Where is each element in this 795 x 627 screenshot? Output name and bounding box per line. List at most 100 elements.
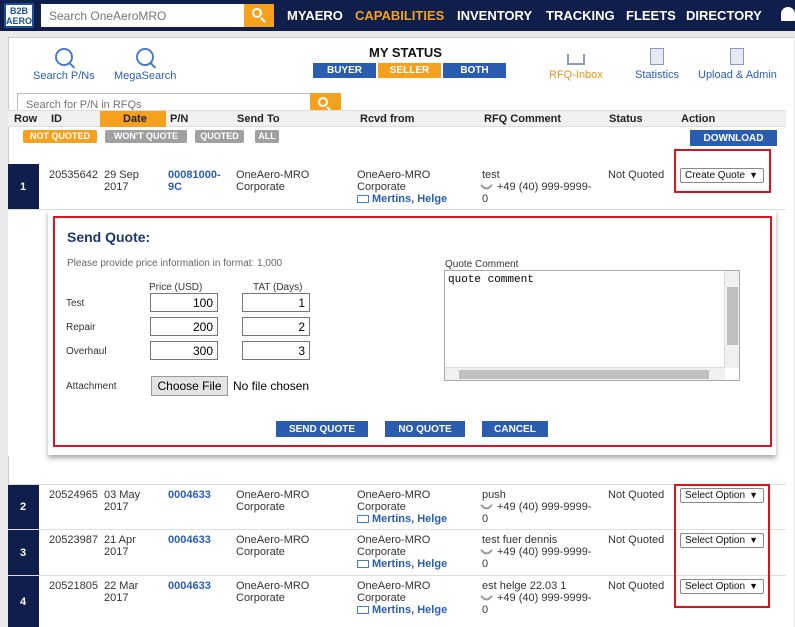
nav-fleets[interactable]: FLEETS	[626, 8, 676, 23]
col-action[interactable]: Action	[681, 113, 715, 125]
nav-tracking[interactable]: TRACKING	[546, 8, 615, 23]
phone-icon	[480, 179, 493, 192]
rfq-date: 21 Apr 2017	[104, 534, 136, 558]
table-row[interactable]: 4 20521805 22 Mar 2017 0004633 OneAero-MR…	[8, 576, 786, 627]
col-rfq-comment[interactable]: RFQ Comment	[484, 113, 561, 125]
rfq-id: 20523987	[49, 534, 98, 546]
rfq-id: 20535642	[49, 169, 98, 181]
statistics-sheet-icon	[650, 48, 664, 65]
top-navigation-bar: B2B AERO MYAERO CAPABILITIES INVENTORY T…	[0, 0, 795, 31]
global-search-button[interactable]	[244, 4, 274, 27]
col-row[interactable]: Row	[14, 113, 37, 125]
contact-link[interactable]: Mertins, Helge	[357, 604, 447, 616]
phone-icon	[480, 499, 493, 512]
table-row[interactable]: 1 20535642 29 Sep 2017 00081000- 9C OneAer…	[8, 164, 786, 210]
rfq-comment: test fuer dennis +49 (40) 999-9999- 0	[480, 534, 592, 570]
globe-search-icon	[136, 48, 155, 66]
send-to: OneAero-MRO Corporate	[236, 580, 310, 604]
col-id[interactable]: ID	[51, 113, 62, 125]
rfq-date: 03 May 2017	[104, 489, 141, 513]
rfq-date: 29 Sep 2017	[104, 169, 139, 193]
rcvd-from: OneAero-MRO Corporate Mertins, Helge	[357, 534, 448, 570]
my-status-title: MY STATUS	[369, 45, 442, 60]
rfq-id: 20521805	[49, 580, 98, 592]
rfq-comment: test +49 (40) 999-9999- 0	[480, 169, 592, 205]
nav-inventory[interactable]: INVENTORY	[457, 8, 532, 23]
contact-link[interactable]: Mertins, Helge	[357, 513, 447, 525]
search-pns-label: Search P/Ns	[33, 70, 95, 82]
envelope-icon	[357, 606, 369, 614]
row-number: 4	[8, 576, 39, 627]
status-seller-button[interactable]: SELLER	[378, 63, 441, 78]
rfq-status: Not Quoted	[608, 580, 665, 592]
globe-search-icon	[54, 48, 73, 66]
row-number: 1	[8, 164, 39, 209]
rfq-id: 20524965	[49, 489, 98, 501]
rfq-comment: push +49 (40) 999-9999- 0	[480, 489, 592, 525]
megasearch-tool[interactable]: MegaSearch	[114, 48, 176, 82]
table-row[interactable]: 2 20524965 03 May 2017 0004633 OneAero-MR…	[8, 484, 786, 530]
send-to: OneAero-MRO Corporate	[236, 489, 310, 513]
search-pns-tool[interactable]: Search P/Ns	[33, 48, 95, 82]
nav-directory[interactable]: DIRECTORY	[686, 8, 762, 23]
b2baero-logo[interactable]: B2B AERO	[4, 3, 34, 28]
envelope-icon	[357, 195, 369, 203]
envelope-icon	[357, 515, 369, 523]
rfq-status: Not Quoted	[608, 534, 665, 546]
statistics-label: Statistics	[635, 69, 680, 81]
rfq-status: Not Quoted	[608, 489, 665, 501]
status-both-button[interactable]: BOTH	[443, 63, 506, 78]
row-number: 3	[8, 530, 39, 575]
table-row[interactable]: 3 20523987 21 Apr 2017 0004633 OneAero-MR…	[8, 530, 786, 576]
megasearch-label: MegaSearch	[114, 70, 177, 82]
contact-link[interactable]: Mertins, Helge	[357, 558, 447, 570]
envelope-icon	[357, 560, 369, 568]
global-search-input[interactable]	[41, 4, 244, 27]
upload-admin-label: Upload & Admin	[698, 69, 777, 81]
phone-icon	[480, 544, 493, 557]
upload-sheet-icon	[730, 48, 745, 65]
search-icon	[318, 97, 328, 107]
rcvd-from: OneAero-MRO Corporate Mertins, Helge	[357, 489, 448, 525]
col-pn[interactable]: P/N	[170, 113, 188, 125]
col-status[interactable]: Status	[609, 113, 643, 125]
search-icon	[252, 8, 262, 18]
part-number-link[interactable]: 0004633	[168, 534, 211, 546]
upload-admin-tool[interactable]: Upload & Admin	[698, 48, 777, 81]
filter-all[interactable]: ALL	[255, 130, 279, 143]
global-search	[41, 4, 274, 27]
send-to: OneAero-MRO Corporate	[236, 534, 310, 558]
filter-quoted[interactable]: QUOTED	[195, 130, 244, 143]
rcvd-from: OneAero-MRO Corporate Mertins, Helge	[357, 169, 448, 205]
row-spacer	[8, 210, 39, 456]
row-number: 2	[8, 485, 39, 529]
col-send-to[interactable]: Send To	[237, 113, 280, 125]
send-to: OneAero-MRO Corporate	[236, 169, 310, 193]
part-number-link[interactable]: 00081000- 9C	[168, 169, 221, 193]
highlight-box	[674, 149, 771, 193]
part-number-link[interactable]: 0004633	[168, 580, 211, 592]
contact-link[interactable]: Mertins, Helge	[357, 193, 447, 205]
filter-not-quoted[interactable]: NOT QUOTED	[23, 130, 97, 143]
download-button[interactable]: DOWNLOAD	[690, 130, 777, 146]
rfq-comment: est helge 22.03 1 +49 (40) 999-9999- 0	[480, 580, 592, 616]
part-number-link[interactable]: 0004633	[168, 489, 211, 501]
rfq-inbox-tool[interactable]: RFQ-Inbox	[549, 48, 603, 81]
table-header: Row ID Date P/N Send To Rcvd from RFQ Co…	[8, 110, 786, 127]
rcvd-from: OneAero-MRO Corporate Mertins, Helge	[357, 580, 448, 616]
col-rcvd-from[interactable]: Rcvd from	[360, 113, 414, 125]
rfq-status: Not Quoted	[608, 169, 665, 181]
bell-icon[interactable]	[781, 7, 795, 21]
rfq-date: 22 Mar 2017	[104, 580, 139, 604]
phone-icon	[480, 590, 493, 603]
statistics-tool[interactable]: Statistics	[635, 48, 679, 81]
rfq-inbox-label: RFQ-Inbox	[549, 69, 603, 81]
nav-myaero[interactable]: MYAERO	[287, 8, 343, 23]
highlight-box	[674, 484, 770, 608]
inbox-download-icon	[566, 54, 585, 65]
highlight-box	[53, 216, 772, 447]
col-date[interactable]: Date	[123, 113, 147, 125]
status-buyer-button[interactable]: BUYER	[313, 63, 376, 78]
filter-wont-quote[interactable]: WON'T QUOTE	[105, 130, 187, 143]
nav-capabilities[interactable]: CAPABILITIES	[355, 8, 444, 23]
